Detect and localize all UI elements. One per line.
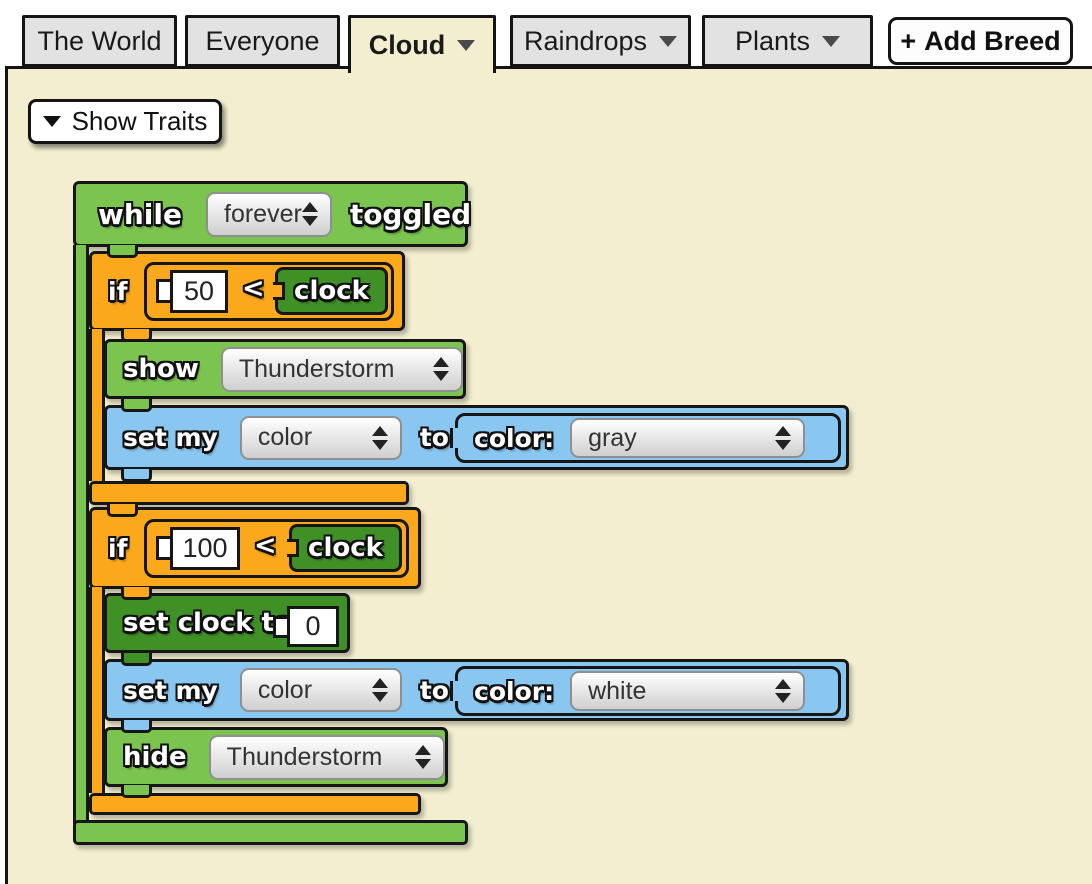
if2-number-value: 100 <box>182 533 227 564</box>
chevron-down-icon[interactable] <box>457 40 475 51</box>
if2-number-input[interactable]: 100 <box>170 527 240 570</box>
color-value: white <box>588 677 646 706</box>
puzzle-notch <box>450 681 464 701</box>
forever-dropdown[interactable]: forever <box>206 192 332 237</box>
trait-value: color <box>258 676 312 705</box>
toggled-label: toggled <box>350 198 471 231</box>
color-value: gray <box>588 424 637 453</box>
if1-block-footer[interactable] <box>89 481 409 505</box>
tab-label: Raindrops <box>524 26 647 57</box>
clock-reporter-block[interactable]: clock <box>289 524 402 572</box>
show-traits-button[interactable]: Show Traits <box>28 99 222 144</box>
puzzle-notch <box>287 539 299 557</box>
if2-condition-socket[interactable]: 100 < clock <box>144 519 409 578</box>
while-block-header[interactable]: while forever toggled <box>73 181 468 247</box>
if2-block-spine[interactable] <box>89 587 105 793</box>
color-value-dropdown[interactable]: white <box>570 671 805 711</box>
tab-label: Plants <box>735 26 810 57</box>
forever-dropdown-value: forever <box>224 200 302 229</box>
show-agent-value: Thunderstorm <box>239 355 395 384</box>
color-reporter-label: color: <box>474 424 554 453</box>
while-block-footer[interactable] <box>73 820 468 845</box>
tab-everyone[interactable]: Everyone <box>185 15 340 67</box>
app-window: The World Everyone Cloud Raindrops Plant… <box>0 0 1092 884</box>
puzzle-notch <box>450 428 464 448</box>
tab-label: Cloud <box>369 30 445 61</box>
show-traits-label: Show Traits <box>72 106 208 137</box>
plus-icon: + <box>900 26 916 57</box>
hide-agent-value: Thunderstorm <box>227 743 383 772</box>
clock-label: clock <box>308 533 383 563</box>
less-than-operator: < <box>242 273 265 304</box>
connector-tab <box>121 587 152 600</box>
tab-plants[interactable]: Plants <box>702 15 873 67</box>
hide-agent-dropdown[interactable]: Thunderstorm <box>209 735 445 780</box>
to-label: to <box>420 676 449 705</box>
to-label: to <box>420 423 449 452</box>
while-block-spine[interactable] <box>73 245 89 824</box>
set-clock-block[interactable]: set clock to 0 <box>104 593 350 653</box>
set-color-block-2[interactable]: set my color to color: white <box>104 659 849 721</box>
connector-tab <box>107 245 138 258</box>
connector-tab <box>121 720 152 733</box>
spinner-arrows-icon <box>302 202 318 226</box>
show-agent-dropdown[interactable]: Thunderstorm <box>221 347 463 392</box>
connector-tab <box>121 469 152 482</box>
connector-tab <box>121 399 152 412</box>
add-breed-label: Add Breed <box>924 26 1061 57</box>
tab-label: The World <box>37 26 161 57</box>
clock-reporter-block[interactable]: clock <box>275 267 388 315</box>
if1-block-spine[interactable] <box>89 329 105 481</box>
set-my-keyword: set my <box>123 676 218 705</box>
show-block[interactable]: show Thunderstorm <box>104 339 466 399</box>
clock-number-input[interactable]: 0 <box>287 606 339 647</box>
trait-dropdown[interactable]: color <box>240 416 402 460</box>
tab-label: Everyone <box>205 26 319 57</box>
spinner-arrows-icon <box>372 426 388 450</box>
chevron-down-icon <box>43 116 61 127</box>
while-keyword: while <box>98 198 182 231</box>
if1-number-value: 50 <box>184 276 214 307</box>
clock-label: clock <box>294 276 369 306</box>
spinner-arrows-icon <box>415 745 431 769</box>
tab-cloud[interactable]: Cloud <box>348 15 496 73</box>
spinner-arrows-icon <box>433 357 449 381</box>
less-than-operator: < <box>254 530 277 561</box>
spinner-arrows-icon <box>775 679 791 703</box>
tab-the-world[interactable]: The World <box>22 15 177 67</box>
show-keyword: show <box>123 354 199 384</box>
connector-tab <box>121 653 152 666</box>
chevron-down-icon[interactable] <box>822 36 840 47</box>
hide-keyword: hide <box>123 742 187 772</box>
set-clock-keyword: set clock to <box>123 608 292 638</box>
trait-value: color <box>258 423 312 452</box>
color-reporter-label: color: <box>474 677 554 706</box>
puzzle-notch <box>273 282 285 300</box>
if1-number-input[interactable]: 50 <box>170 270 228 313</box>
connector-tab <box>121 329 152 342</box>
if1-condition-socket[interactable]: 50 < clock <box>144 262 394 321</box>
spinner-arrows-icon <box>372 678 388 702</box>
set-color-block-1[interactable]: set my color to color: gray <box>104 405 849 470</box>
script-canvas[interactable]: Show Traits while forever toggled if 50 … <box>5 66 1092 884</box>
if-keyword: if <box>108 277 127 306</box>
connector-tab <box>121 785 152 798</box>
clock-number-value: 0 <box>305 611 320 642</box>
color-reporter-block[interactable]: color: gray <box>455 413 841 463</box>
color-reporter-block[interactable]: color: white <box>455 666 841 716</box>
if-keyword: if <box>108 534 127 563</box>
tab-raindrops[interactable]: Raindrops <box>510 15 691 67</box>
connector-tab <box>107 504 138 517</box>
color-value-dropdown[interactable]: gray <box>570 418 805 458</box>
set-my-keyword: set my <box>123 423 218 452</box>
hide-block[interactable]: hide Thunderstorm <box>104 727 448 787</box>
chevron-down-icon[interactable] <box>659 36 677 47</box>
trait-dropdown[interactable]: color <box>240 668 402 712</box>
add-breed-button[interactable]: + Add Breed <box>888 17 1073 65</box>
spinner-arrows-icon <box>775 426 791 450</box>
